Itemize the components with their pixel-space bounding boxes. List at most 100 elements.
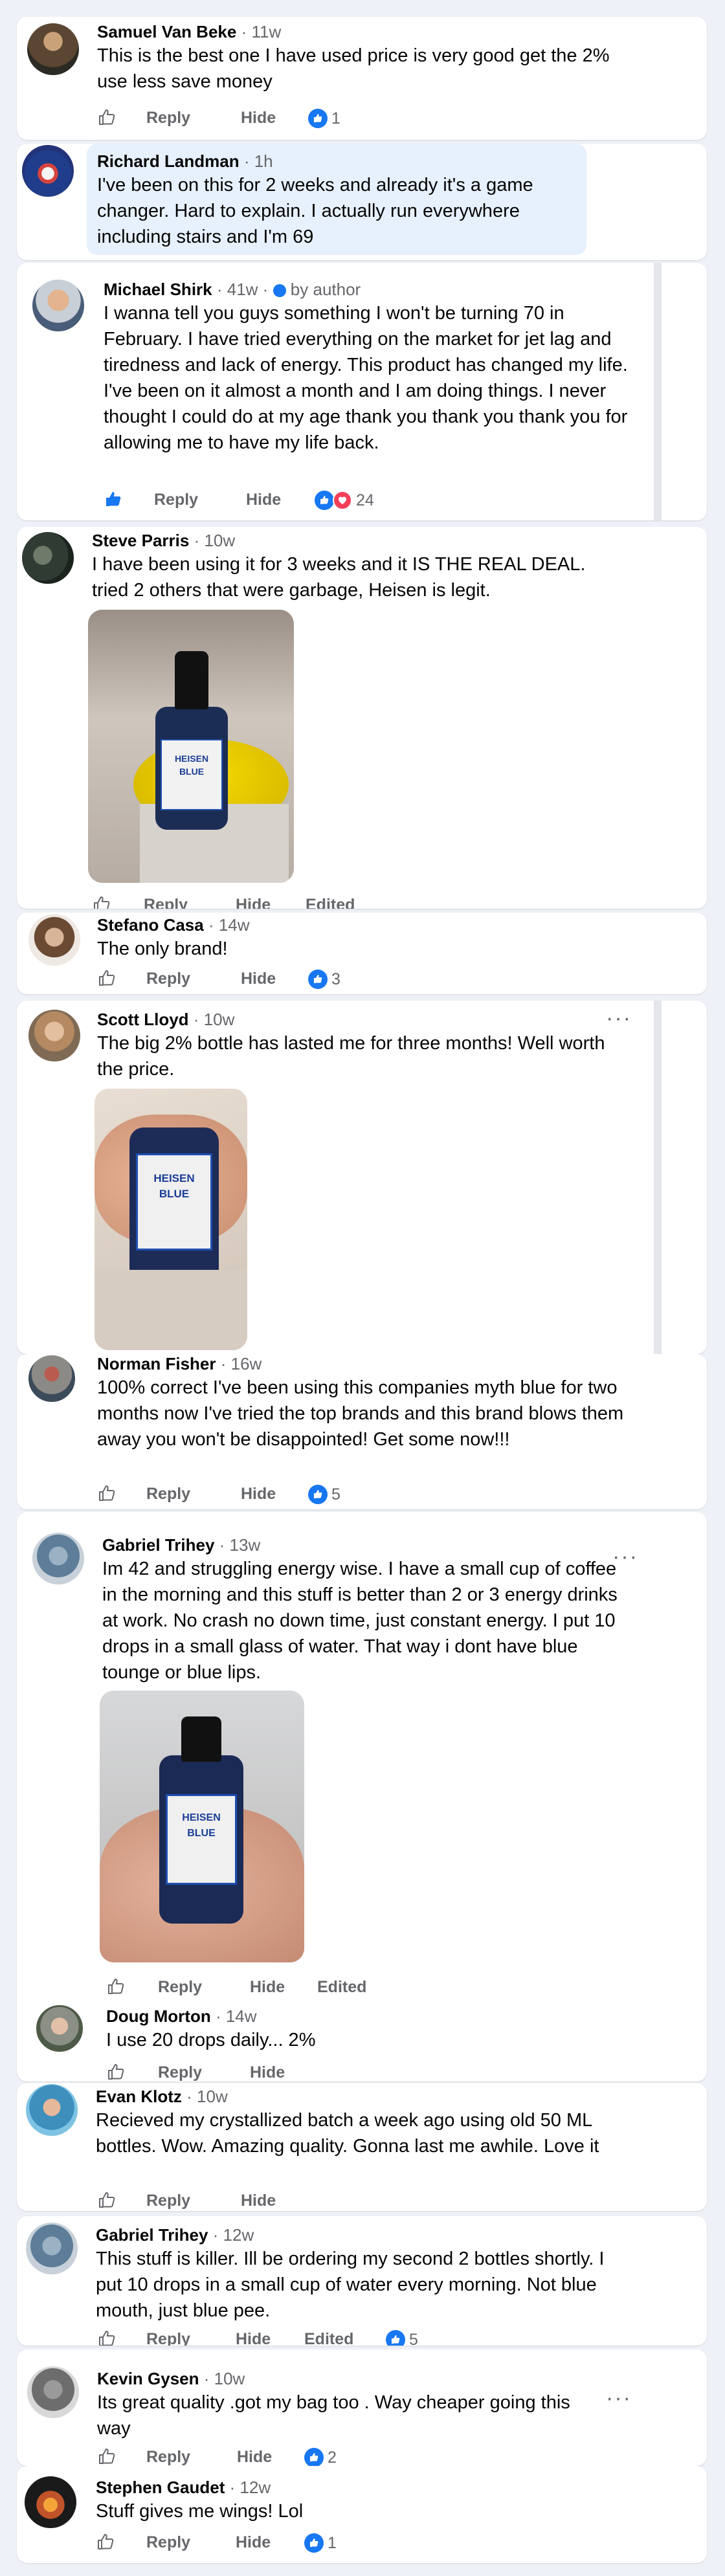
comment-card: Norman Fisher · 16w 100% correct I've be… (17, 1354, 707, 1509)
reaction-count[interactable]: 5 (386, 2330, 418, 2346)
reaction-count[interactable]: 1 (304, 2533, 337, 2553)
like-reaction-icon (315, 491, 334, 510)
avatar[interactable] (25, 2083, 79, 2137)
comment-actions: Reply Hide 2 (97, 2445, 615, 2466)
comment-author[interactable]: Evan Klotz · 10w (96, 2087, 228, 2107)
reaction-count[interactable]: 3 (308, 970, 340, 989)
comment-author[interactable]: Scott Lloyd · 10w (97, 1010, 234, 1030)
like-icon[interactable] (97, 2329, 117, 2346)
avatar[interactable] (26, 2365, 80, 2419)
avatar[interactable] (26, 22, 80, 76)
avatar[interactable] (27, 1354, 76, 1403)
comment-photo[interactable]: HEISEN BLUE (88, 610, 294, 883)
like-icon[interactable] (97, 2190, 117, 2210)
avatar[interactable] (27, 913, 82, 967)
comment-actions: Reply Hide 5 (97, 1482, 615, 1508)
edited-label: Edited (304, 2330, 354, 2346)
reaction-count[interactable]: 2 (304, 2448, 337, 2466)
comment-text: Its great quality .got my bag too . Way … (97, 2392, 570, 2439)
hide-button[interactable]: Hide (236, 896, 271, 909)
comment-author[interactable]: Gabriel Trihey · 13w (102, 1535, 260, 1555)
comment-actions: Reply Hide Edited (92, 893, 610, 909)
comment-text: 100% correct I've been using this compan… (97, 1377, 624, 1450)
avatar[interactable] (31, 278, 85, 333)
reply-button[interactable]: Reply (146, 2192, 190, 2210)
reply-button[interactable]: Reply (158, 2063, 202, 2082)
reply-text: I use 20 drops daily... 2% (106, 2030, 316, 2050)
hide-button[interactable]: Hide (237, 2448, 272, 2466)
like-icon[interactable] (96, 2532, 115, 2551)
comment-actions: Reply Hide Edited (106, 1975, 624, 2001)
reply-button[interactable]: Reply (154, 491, 198, 509)
hand-lower (95, 1270, 247, 1350)
avatar[interactable] (27, 1008, 82, 1063)
comment-author[interactable]: Kevin Gysen · 10w (97, 2369, 245, 2389)
author-badge: by author (273, 280, 361, 299)
comment-card: Stephen Gaudet · 12w Stuff gives me wing… (17, 2466, 707, 2563)
comment-text: Im 42 and struggling energy wise. I have… (102, 1559, 618, 1683)
reaction-count[interactable]: 1 (308, 109, 340, 128)
hide-button[interactable]: Hide (250, 1978, 285, 1997)
reaction-count[interactable]: 5 (308, 1485, 340, 1504)
reply-button[interactable]: Reply (146, 1485, 190, 1504)
comment-text: I wanna tell you guys something I won't … (104, 303, 628, 453)
avatar[interactable] (21, 531, 75, 585)
reply-button[interactable]: Reply (146, 2533, 190, 2552)
comment-author[interactable]: Norman Fisher · 16w (97, 1354, 262, 1374)
avatar[interactable] (23, 2475, 78, 2529)
comment-actions: Reply Hide 3 (97, 967, 615, 993)
hide-button[interactable]: Hide (241, 1485, 276, 1504)
hide-button[interactable]: Hide (241, 970, 276, 988)
reply-author[interactable]: Doug Morton · 14w (106, 2006, 257, 2026)
avatar[interactable] (25, 2221, 79, 2276)
hide-button[interactable]: Hide (250, 2063, 285, 2082)
like-icon[interactable] (106, 2062, 126, 2082)
like-reaction-icon (304, 2533, 324, 2553)
comment-photo[interactable]: HEISEN BLUE (95, 1089, 247, 1350)
comment-author[interactable]: Gabriel Trihey · 12w (96, 2225, 254, 2245)
bottle: HEISEN BLUE (129, 1127, 219, 1283)
bottle-label: HEISEN BLUE (136, 1153, 212, 1250)
reply-button[interactable]: Reply (144, 896, 188, 909)
reply-button[interactable]: Reply (158, 1978, 202, 1997)
hide-button[interactable]: Hide (236, 2330, 271, 2346)
avatar[interactable] (21, 144, 75, 198)
comment-author[interactable]: Steve Parris · 10w (92, 531, 235, 551)
like-icon[interactable] (92, 894, 111, 909)
hide-button[interactable]: Hide (241, 2192, 276, 2210)
comment-author[interactable]: Richard Landman · 1h (97, 151, 273, 172)
bottle: HEISEN BLUE (159, 1755, 243, 1924)
reaction-count[interactable]: 24 (315, 491, 374, 510)
like-icon[interactable] (104, 489, 123, 509)
more-options-icon[interactable]: ··· (606, 2386, 632, 2411)
bottle-label: HEISEN BLUE (161, 739, 223, 810)
comment-author[interactable]: Stefano Casa · 14w (97, 915, 250, 935)
reply-button[interactable]: Reply (146, 109, 190, 128)
reply-button[interactable]: Reply (146, 970, 190, 988)
more-options-icon[interactable]: ··· (606, 1006, 632, 1031)
reply-button[interactable]: Reply (146, 2448, 190, 2466)
like-icon[interactable] (97, 2447, 117, 2466)
comment-card: Scott Lloyd · 10w ··· The big 2% bottle … (17, 1001, 707, 1354)
comment-author[interactable]: Samuel Van Beke · 11w (97, 22, 281, 42)
edited-label: Edited (306, 896, 355, 909)
comment-text: Recieved my crystallized batch a week ag… (96, 2110, 599, 2157)
comment-photo[interactable]: HEISEN BLUE (100, 1691, 304, 1962)
comment-actions: Reply Hide (97, 2189, 615, 2211)
like-icon[interactable] (97, 107, 117, 127)
hide-button[interactable]: Hide (236, 2533, 271, 2552)
comment-author[interactable]: Stephen Gaudet · 12w (96, 2478, 271, 2498)
avatar[interactable] (31, 1531, 85, 1586)
reply-button[interactable]: Reply (146, 2330, 190, 2346)
like-icon[interactable] (97, 968, 117, 988)
hide-button[interactable]: Hide (241, 109, 276, 128)
comment-actions: Reply Hide Edited 5 (97, 2327, 615, 2346)
comment-text: The only brand! (97, 938, 228, 959)
hide-button[interactable]: Hide (246, 491, 281, 509)
comment-text: This is the best one I have used price i… (97, 45, 610, 92)
comment-author[interactable]: Michael Shirk · 41w · by author (104, 280, 361, 300)
like-icon[interactable] (97, 1483, 117, 1503)
like-icon[interactable] (106, 1977, 126, 1996)
comment-card: Evan Klotz · 10w Recieved my crystallize… (17, 2083, 707, 2211)
reply-avatar[interactable] (35, 2004, 84, 2053)
